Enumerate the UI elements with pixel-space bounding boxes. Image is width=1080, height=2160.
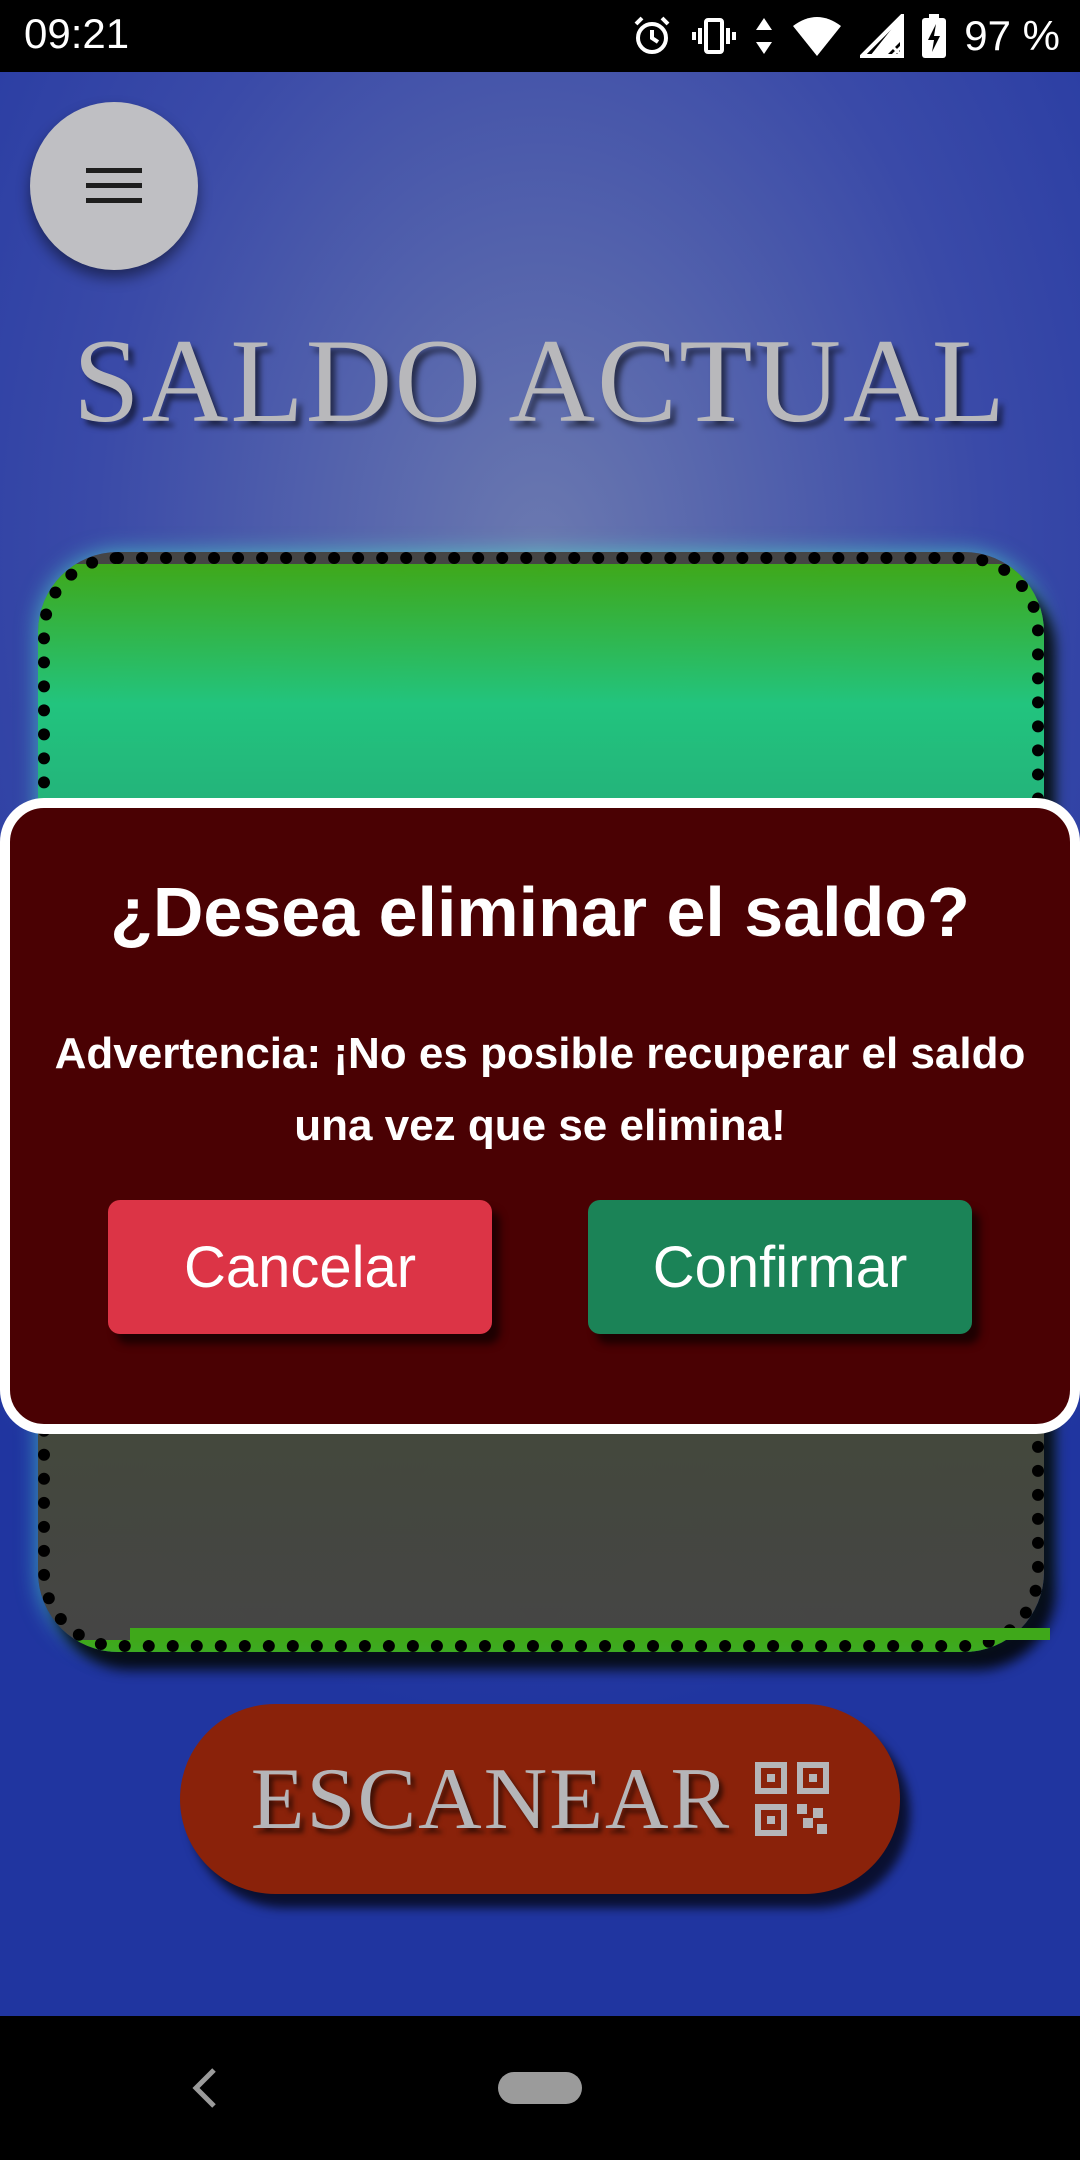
menu-button[interactable] [30, 102, 198, 270]
vibrate-icon [692, 18, 737, 54]
navigation-bar [0, 2016, 1080, 2160]
status-time: 09:21 [24, 10, 130, 57]
status-bar: 09:21 97 % [0, 0, 1080, 72]
battery-percentage: 97 % [964, 12, 1060, 59]
alarm-icon [634, 16, 670, 54]
scan-button[interactable]: ESCANEAR [180, 1704, 900, 1894]
app-screen: SALDO ACTUAL ESCANEAR ¿Desea eliminar el… [0, 72, 1080, 2016]
confirm-button[interactable]: Confirmar [588, 1200, 972, 1334]
dialog-warning-line1: Advertencia: ¡No es posible recuperar el… [54, 1029, 1026, 1078]
scan-button-label: ESCANEAR [250, 1750, 732, 1848]
dialog-warning: Advertencia: ¡No es posible recuperar el… [40, 1018, 1040, 1162]
dialog-warning-line2: una vez que se elimina! [294, 1101, 786, 1150]
home-pill-icon[interactable] [498, 2072, 582, 2104]
balance-title: SALDO ACTUAL [72, 314, 1008, 447]
back-chevron-icon[interactable] [190, 2066, 220, 2110]
dialog-title: ¿Desea eliminar el saldo? [110, 873, 970, 951]
data-arrows-icon [756, 18, 773, 54]
hamburger-menu-icon [86, 168, 142, 203]
delete-balance-dialog: ¿Desea eliminar el saldo? Advertencia: ¡… [0, 798, 1080, 1434]
status-icons: 97 % [630, 10, 1060, 62]
signal-icon [860, 14, 905, 58]
wifi-icon [793, 17, 842, 56]
qr-code-icon [755, 1762, 830, 1836]
card-bottom-accent [130, 1628, 1050, 1640]
battery-charging-icon [922, 14, 947, 58]
cancel-button[interactable]: Cancelar [108, 1200, 492, 1334]
